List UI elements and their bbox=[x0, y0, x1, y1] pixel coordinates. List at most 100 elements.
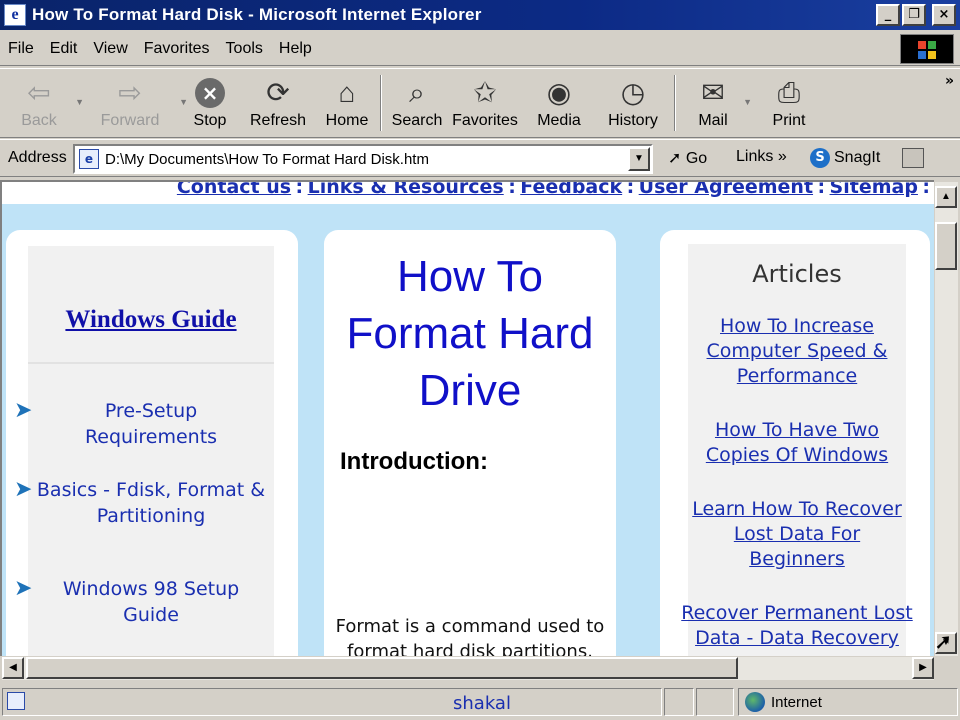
links-label: Links bbox=[736, 148, 774, 165]
menu-edit[interactable]: Edit bbox=[42, 40, 86, 58]
history-icon: ◷ bbox=[620, 77, 646, 108]
back-label: Back bbox=[21, 112, 57, 129]
arrow-bullet-icon: ➤ bbox=[14, 398, 33, 423]
arrow-bullet-icon: ➤ bbox=[14, 477, 33, 502]
restore-button[interactable]: ❐ bbox=[902, 4, 926, 26]
left-nav-item[interactable]: ➤ Windows 98 Setup Guide bbox=[14, 576, 274, 628]
article-link[interactable]: Recover Permanent Lost Data - Data Recov… bbox=[681, 602, 912, 649]
article-link[interactable]: How To Increase Computer Speed & Perform… bbox=[707, 315, 888, 387]
nav-feedback[interactable]: Feedback bbox=[520, 182, 622, 198]
articles-heading: Articles bbox=[752, 260, 842, 288]
window-title: How To Format Hard Disk - Microsoft Inte… bbox=[32, 5, 482, 24]
menu-help[interactable]: Help bbox=[271, 40, 320, 58]
page-title: How To Format Hard Drive bbox=[346, 252, 594, 415]
links-more-chevron: » bbox=[777, 148, 787, 165]
status-text: shakal bbox=[453, 693, 511, 714]
stop-icon: × bbox=[195, 78, 225, 108]
intro-heading: Introduction: bbox=[340, 448, 488, 475]
menu-file[interactable]: File bbox=[0, 40, 42, 58]
address-input[interactable]: e D:\My Documents\How To Format Hard Dis… bbox=[73, 144, 653, 174]
menu-bar: File Edit View Favorites Tools Help bbox=[0, 32, 960, 66]
scroll-right-button[interactable]: ▶ bbox=[912, 657, 934, 679]
address-url[interactable]: D:\My Documents\How To Format Hard Disk.… bbox=[105, 151, 429, 168]
print-button[interactable]: ⎙ Print bbox=[746, 69, 832, 137]
windows-flag-icon bbox=[918, 41, 936, 59]
status-bar: shakal Internet bbox=[0, 684, 960, 720]
page-icon: e bbox=[79, 149, 99, 169]
windows-guide-link[interactable]: Windows Guide bbox=[28, 306, 274, 334]
mail-label: Mail bbox=[698, 112, 728, 129]
back-arrow-icon: ⇦ bbox=[27, 77, 51, 108]
nav-separator: : bbox=[922, 180, 930, 198]
article-item: How To Have Two Copies Of Windows bbox=[678, 418, 916, 468]
forward-button[interactable]: ⇨ Forward ▼ bbox=[78, 69, 188, 137]
left-nav-label[interactable]: Pre-Setup Requirements bbox=[28, 398, 274, 450]
zone-label: Internet bbox=[771, 693, 822, 711]
minimize-button[interactable]: _ bbox=[876, 4, 900, 26]
status-main-panel: shakal bbox=[2, 688, 662, 716]
menu-view[interactable]: View bbox=[85, 40, 135, 58]
scroll-up-button[interactable]: ▲ bbox=[935, 186, 957, 208]
article-link[interactable]: Learn How To Recover Lost Data For Begin… bbox=[678, 497, 916, 572]
links-button[interactable]: Links » bbox=[736, 148, 787, 166]
left-nav-label[interactable]: Basics - Fdisk, Format & Partitioning bbox=[28, 477, 274, 529]
search-button[interactable]: ⌕ Search bbox=[386, 69, 448, 137]
nav-separator: : bbox=[817, 180, 826, 198]
search-label: Search bbox=[391, 112, 443, 129]
horizontal-scrollbar[interactable]: ◀ ▶ bbox=[2, 656, 934, 680]
nav-user-agreement[interactable]: User Agreement bbox=[639, 182, 813, 198]
back-button[interactable]: ⇦ Back ▼ bbox=[0, 69, 84, 137]
left-nav-item[interactable]: ➤ Basics - Fdisk, Format & Partitioning bbox=[14, 477, 274, 529]
refresh-icon: ⟳ bbox=[266, 77, 290, 108]
nav-contact-us[interactable]: Contact us bbox=[177, 182, 291, 198]
nav-links-resources[interactable]: Links & Resources bbox=[308, 182, 504, 198]
vertical-scroll-thumb[interactable] bbox=[935, 222, 957, 270]
snagit-capture-icon[interactable] bbox=[902, 148, 924, 168]
address-label: Address bbox=[8, 149, 67, 166]
intro-paragraph: Format is a command used to format hard … bbox=[335, 616, 605, 656]
history-label: History bbox=[608, 112, 658, 129]
menu-favorites[interactable]: Favorites bbox=[136, 40, 218, 58]
toolbar-more-chevron[interactable]: » bbox=[945, 73, 954, 89]
title-bar: e How To Format Hard Disk - Microsoft In… bbox=[0, 0, 960, 30]
refresh-button[interactable]: ⟳ Refresh bbox=[238, 69, 318, 137]
web-page-content: Contact us : Links & Resources : Feedbac… bbox=[0, 180, 934, 656]
media-button[interactable]: ◉ Media bbox=[522, 69, 596, 137]
left-nav-label[interactable]: Windows 98 Setup Guide bbox=[28, 576, 274, 628]
articles-panel: Articles How To Increase Computer Speed … bbox=[660, 230, 930, 656]
horizontal-scroll-thumb[interactable] bbox=[26, 657, 738, 679]
snagit-label: SnagIt bbox=[834, 149, 881, 166]
main-article-panel: How To Format Hard Drive Introduction: F… bbox=[324, 230, 616, 656]
home-button[interactable]: ⌂ Home bbox=[318, 69, 376, 137]
go-button[interactable]: ➚ Go bbox=[668, 148, 707, 168]
favorites-label: Favorites bbox=[452, 112, 518, 129]
toolbar-separator bbox=[380, 75, 382, 131]
address-dropdown-icon[interactable]: ▼ bbox=[628, 147, 650, 171]
nav-separator: : bbox=[626, 180, 635, 198]
snagit-icon: S bbox=[810, 148, 830, 168]
toolbar-separator bbox=[674, 75, 676, 131]
history-button[interactable]: ◷ History bbox=[596, 69, 670, 137]
vertical-scrollbar[interactable]: ▲ ▼ bbox=[934, 182, 958, 656]
nav-sitemap[interactable]: Sitemap bbox=[830, 182, 918, 198]
article-item: Learn How To Recover Lost Data For Begin… bbox=[678, 497, 916, 572]
stop-button[interactable]: × Stop bbox=[182, 69, 238, 137]
mail-button[interactable]: ✉ Mail ▼ bbox=[680, 69, 752, 137]
forward-label: Forward bbox=[100, 112, 160, 129]
left-sidebar-panel: Windows Guide ➤ Pre-Setup Requirements ➤… bbox=[6, 230, 298, 656]
internet-globe-icon bbox=[745, 692, 765, 712]
stop-label: Stop bbox=[193, 112, 227, 129]
close-button[interactable]: × bbox=[932, 4, 956, 26]
articles-inner: Articles How To Increase Computer Speed … bbox=[681, 244, 913, 656]
go-label: Go bbox=[685, 150, 708, 167]
print-label: Print bbox=[772, 112, 806, 129]
article-link[interactable]: How To Have Two Copies Of Windows bbox=[678, 418, 916, 468]
left-nav-item[interactable]: ➤ Pre-Setup Requirements bbox=[14, 398, 274, 450]
mail-icon: ✉ bbox=[701, 77, 725, 108]
menu-tools[interactable]: Tools bbox=[218, 40, 271, 58]
favorites-button[interactable]: ✩ Favorites bbox=[448, 69, 522, 137]
standard-toolbar: ⇦ Back ▼ ⇨ Forward ▼ × Stop ⟳ Refresh ⌂ … bbox=[0, 68, 960, 138]
snagit-button[interactable]: S SnagIt bbox=[810, 148, 880, 168]
refresh-label: Refresh bbox=[249, 112, 307, 129]
scroll-left-button[interactable]: ◀ bbox=[2, 657, 24, 679]
